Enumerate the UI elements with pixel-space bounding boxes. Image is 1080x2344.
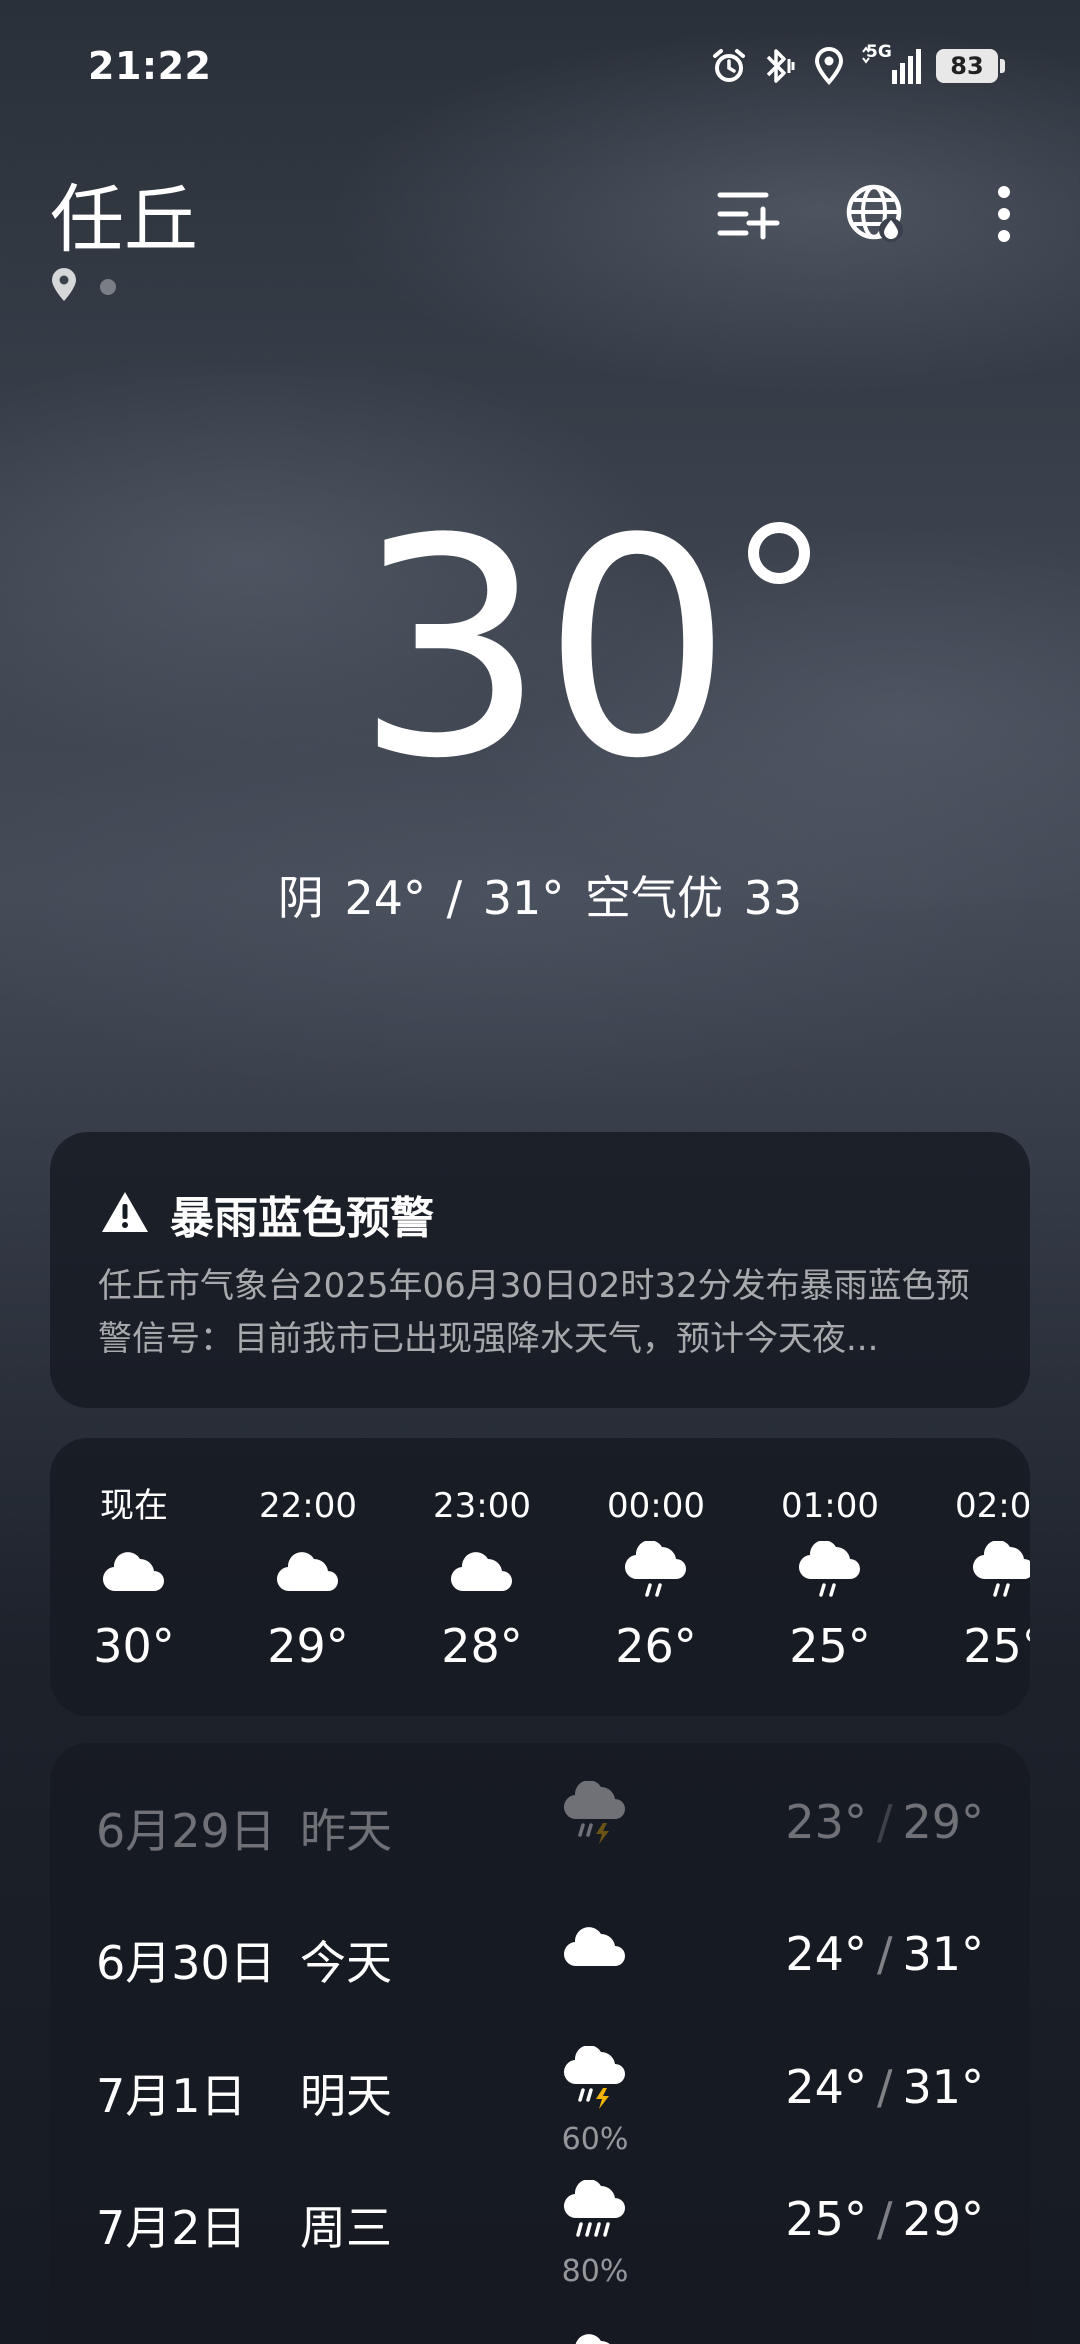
temp-separator: / <box>876 1795 893 1849</box>
thunder-rain-icon <box>563 1780 627 1851</box>
hour-label: 现在 <box>100 1486 168 1526</box>
light-rain-icon <box>624 1540 688 1605</box>
city-name[interactable]: 任丘 <box>50 160 198 267</box>
day-name: 今天 <box>300 1936 392 1990</box>
hour-temp: 28° <box>441 1619 523 1673</box>
precip-probability: 80% <box>561 2254 629 2289</box>
thunder-rain-icon <box>563 2045 627 2116</box>
daily-forecast-card[interactable]: 6月29日 昨天 23°/29° 6月30日 今天 24°/31° 7月1日 明… <box>50 1743 1030 2344</box>
hourly-item: 现在 30° <box>59 1484 209 1674</box>
header: 任丘 <box>0 160 1080 320</box>
hour-label: 22:00 <box>259 1486 357 1526</box>
day-date: 7月2日 <box>96 2201 247 2255</box>
location-pin-icon <box>50 268 78 306</box>
status-bar: 21:22 5G 83 <box>0 0 1080 135</box>
temp-separator: / <box>876 1927 893 1981</box>
temp-separator: / <box>876 2192 893 2246</box>
day-temps: 24°/31° <box>785 1927 984 1981</box>
hourly-forecast-card[interactable]: 现在 30° 22:00 29° 23:00 28° 00:00 26° 01:… <box>50 1438 1030 1716</box>
heavy-rain-icon <box>563 2179 627 2246</box>
day-low: 24° <box>785 2060 867 2114</box>
hourly-item: 02:00 25° <box>929 1484 1030 1674</box>
hour-label: 01:00 <box>781 1486 879 1526</box>
light-rain-icon <box>798 1540 862 1605</box>
light-rain-icon <box>972 1540 1030 1605</box>
hour-temp: 25° <box>963 1619 1030 1673</box>
degree-symbol <box>748 522 810 584</box>
daily-row[interactable]: 6月30日 今天 24°/31° <box>50 1903 1030 2013</box>
bluetooth-icon <box>762 47 798 85</box>
cloud-icon <box>102 1549 166 1597</box>
hour-temp: 30° <box>93 1619 175 1673</box>
weather-summary[interactable]: 阴 24° / 31° 空气优 33 <box>0 862 1080 928</box>
cloud-icon <box>563 1924 627 1972</box>
cloud-icon <box>563 2331 627 2344</box>
day-name: 周三 <box>300 2201 392 2255</box>
global-weather-button[interactable] <box>838 178 914 254</box>
cloud-icon <box>276 1549 340 1597</box>
hour-temp: 29° <box>267 1619 349 1673</box>
warning-icon <box>100 1190 150 1238</box>
daily-row[interactable]: 7月2日 周三 80% 25°/29° <box>50 2168 1030 2289</box>
hour-temp: 26° <box>615 1619 697 1673</box>
day-date: 6月29日 <box>96 1804 276 1858</box>
status-time: 21:22 <box>88 44 212 88</box>
daily-row[interactable] <box>50 2300 1030 2344</box>
hour-label: 02:00 <box>955 1486 1030 1526</box>
daily-row[interactable]: 7月1日 明天 60% 24°/31° <box>50 2036 1030 2157</box>
hour-label: 23:00 <box>433 1486 531 1526</box>
status-icons: 5G 83 <box>710 42 1005 86</box>
temperature-value: 30 <box>355 475 733 824</box>
globe-weather-icon <box>845 183 907 249</box>
day-date: 6月30日 <box>96 1936 276 1990</box>
day-high: 31° <box>902 2060 984 2114</box>
hourly-item: 01:00 25° <box>755 1484 905 1674</box>
hourly-item: 22:00 29° <box>233 1484 383 1674</box>
day-low: 25° <box>785 2192 867 2246</box>
day-name: 昨天 <box>300 1804 392 1858</box>
more-icon <box>996 185 1012 247</box>
day-high: 29° <box>902 2192 984 2246</box>
alert-text: 任丘市气象台2025年06月30日02时32分发布暴雨蓝色预警信号：目前我市已出… <box>98 1266 970 1359</box>
hourly-item: 23:00 28° <box>407 1484 557 1674</box>
alert-title: 暴雨蓝色预警 <box>170 1193 434 1244</box>
day-name: 明天 <box>300 2069 392 2123</box>
day-temps: 25°/29° <box>785 2192 984 2246</box>
hour-temp: 25° <box>789 1619 871 1673</box>
add-city-icon <box>716 187 780 245</box>
cloud-icon <box>450 1549 514 1597</box>
hourly-item: 00:00 26° <box>581 1484 731 1674</box>
day-low: 23° <box>785 1795 867 1849</box>
day-date: 7月1日 <box>96 2069 247 2123</box>
weather-alert-card[interactable]: 暴雨蓝色预警 任丘市气象台2025年06月30日02时32分发布暴雨蓝色预警信号… <box>50 1132 1030 1408</box>
battery-level: 83 <box>950 52 984 80</box>
header-actions <box>710 178 1042 254</box>
page-indicator <box>50 268 116 306</box>
hour-label: 00:00 <box>607 1486 705 1526</box>
current-temperature: 30 <box>0 500 1080 800</box>
alert-header: 暴雨蓝色预警 <box>100 1182 434 1246</box>
daily-row[interactable]: 6月29日 昨天 23°/29° <box>50 1771 1030 1881</box>
temp-separator: / <box>876 2060 893 2114</box>
day-high: 31° <box>902 1927 984 1981</box>
battery-icon: 83 <box>936 49 1005 83</box>
more-button[interactable] <box>966 178 1042 254</box>
day-high: 29° <box>902 1795 984 1849</box>
day-temps: 23°/29° <box>785 1795 984 1849</box>
day-temps: 24°/31° <box>785 2060 984 2114</box>
location-icon <box>812 47 846 85</box>
day-low: 24° <box>785 1927 867 1981</box>
add-city-button[interactable] <box>710 178 786 254</box>
alarm-icon <box>710 47 748 85</box>
signal-icon: 5G <box>860 42 922 86</box>
precip-probability: 60% <box>561 2122 629 2157</box>
page-dot <box>100 279 116 295</box>
